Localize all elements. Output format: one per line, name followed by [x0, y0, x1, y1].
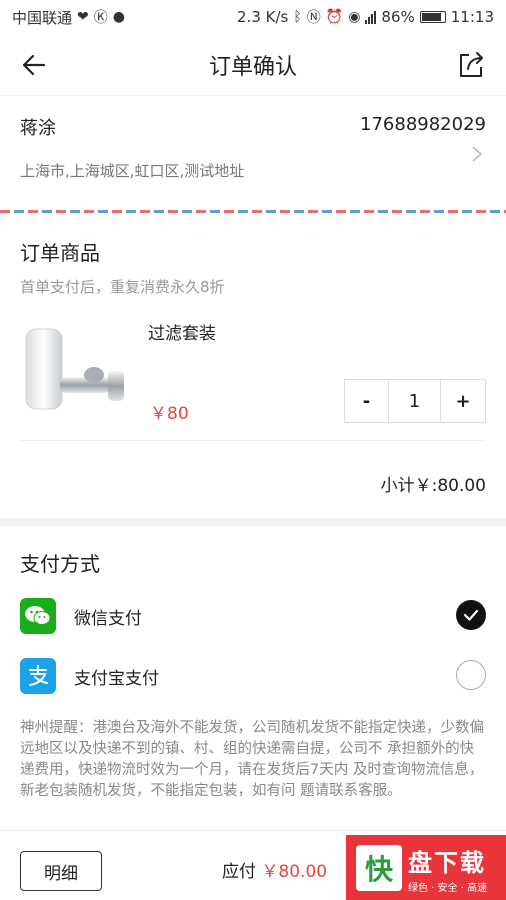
product-item: 过滤套装 ￥80 - 1 + — [20, 313, 486, 441]
heart-rate-icon: ❤ — [77, 9, 89, 25]
chevron-right-icon — [472, 146, 483, 162]
section-gap — [0, 518, 506, 526]
status-bar: 中国联通 ❤ Ⓚ ● 2.3 K/s ᛒ Ⓝ ⏰ ◉ 86% 11:13 — [0, 0, 506, 34]
bluetooth-icon: ᛒ — [293, 9, 302, 25]
share-icon[interactable] — [454, 48, 488, 82]
quantity-value[interactable]: 1 — [389, 380, 441, 422]
eye-icon: ◉ — [348, 9, 361, 25]
product-price: ￥80 — [150, 404, 189, 424]
clock: 11:13 — [450, 8, 494, 26]
back-arrow-icon[interactable] — [18, 48, 52, 82]
recipient-phone: 17688982029 — [360, 114, 486, 135]
quantity-stepper: - 1 + — [344, 379, 486, 423]
watermark-logo: 快 盘下载 绿色 · 安全 · 高速 — [346, 835, 506, 900]
detail-button[interactable]: 明细 — [20, 851, 102, 891]
recipient-name: 蒋涂 — [20, 118, 56, 139]
watermark-brand-icon: 快 — [356, 845, 402, 891]
wechat-pay-label: 微信支付 — [74, 608, 142, 629]
message-icon: ● — [112, 9, 125, 25]
signal-icon — [365, 10, 377, 24]
nfc-icon: Ⓝ — [306, 10, 321, 26]
amount-due-value: ￥80.00 — [261, 862, 328, 882]
increase-quantity-button[interactable]: + — [441, 380, 485, 422]
battery-percent: 86% — [381, 8, 415, 26]
wechat-pay-radio-checked[interactable] — [456, 600, 486, 630]
nav-bar: 订单确认 — [0, 34, 506, 96]
alipay-label: 支付宝支付 — [74, 668, 159, 689]
amount-due: 应付 ￥80.00 — [222, 857, 327, 882]
promo-text: 首单支付后，重复消费永久8折 — [20, 278, 225, 296]
shipping-address[interactable]: 蒋涂 17688982029 上海市,上海城区,虹口区,测试地址 — [0, 96, 506, 212]
amount-due-label: 应付 — [222, 862, 256, 882]
goods-section-title: 订单商品 — [20, 241, 100, 265]
battery-icon — [419, 11, 446, 23]
decrease-quantity-button[interactable]: - — [345, 380, 389, 422]
address-detail: 上海市,上海城区,虹口区,测试地址 — [20, 162, 245, 180]
payment-option-alipay[interactable]: 支付宝支付 — [20, 654, 486, 698]
product-name: 过滤套装 — [148, 324, 216, 344]
payment-section-title: 支付方式 — [20, 552, 100, 576]
bottom-bar: 明细 应付 ￥80.00 快 盘下载 绿色 · 安全 · 高速 — [0, 830, 506, 900]
carrier-label: 中国联通 — [12, 8, 73, 27]
payment-option-wechat[interactable]: 微信支付 — [20, 594, 486, 638]
product-image — [25, 328, 124, 410]
wechat-pay-icon — [20, 598, 56, 634]
order-goods-section: 订单商品 首单支付后，重复消费永久8折 过滤套装 ￥80 - 1 + 小计￥:8… — [0, 213, 506, 518]
alarm-icon: ⏰ — [325, 9, 344, 25]
subtotal: 小计￥:80.00 — [380, 476, 486, 496]
k-app-icon: Ⓚ — [93, 10, 108, 26]
network-speed: 2.3 K/s — [237, 8, 289, 26]
page-title: 订单确认 — [208, 54, 297, 80]
alipay-icon — [20, 658, 56, 694]
shipping-notice: 神州提醒：港澳台及海外不能发货，公司随机发货不能指定快递，少数偏远地区以及快递不… — [20, 720, 484, 799]
alipay-radio[interactable] — [456, 660, 486, 690]
watermark-slogan: 绿色 · 安全 · 高速 — [408, 882, 488, 894]
payment-section: 支付方式 微信支付 支付宝支付 神州提醒：港澳台及海外不能发货，公司随机发货不能… — [0, 526, 506, 826]
watermark-title: 盘下载 — [408, 848, 486, 877]
